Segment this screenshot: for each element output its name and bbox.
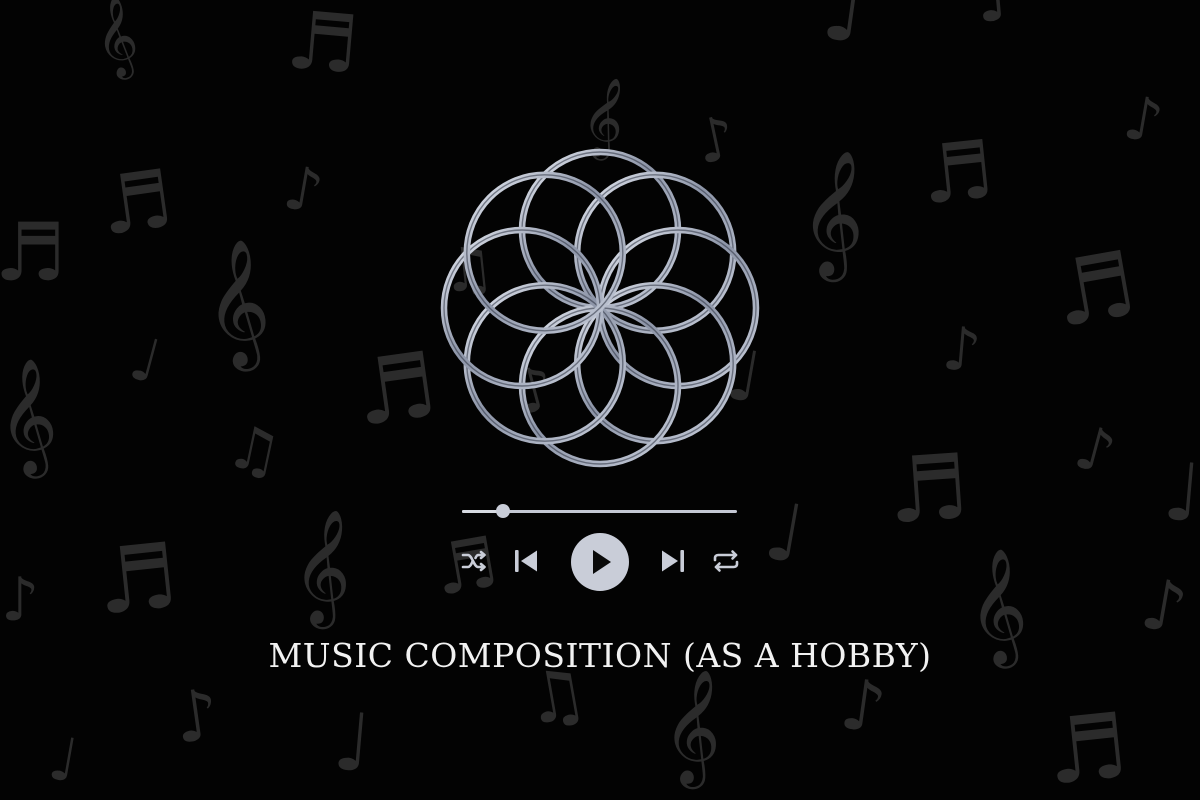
music-note-icon: ♩ [330, 695, 376, 791]
music-note-icon: ♩ [758, 484, 811, 582]
emblem-ring [463, 171, 627, 335]
music-note-icon: ♪ [1119, 83, 1169, 159]
music-note-icon: ♪ [1135, 562, 1193, 651]
music-note-icon: 𝄞 [795, 146, 871, 285]
music-note-icon: ♬ [91, 523, 182, 636]
repeat-icon [713, 550, 739, 572]
music-note-icon: ♬ [1046, 231, 1144, 348]
shuffle-icon [461, 550, 486, 572]
music-note-icon: ♬ [884, 434, 972, 544]
music-note-icon: ♪ [169, 673, 225, 760]
music-note-icon: ♩ [122, 323, 167, 398]
progress-bar[interactable] [462, 504, 737, 518]
playback-controls [455, 533, 745, 591]
music-note-icon: 𝄞 [288, 505, 358, 632]
play-icon [571, 533, 629, 591]
music-note-icon: ♪ [972, 0, 1024, 39]
music-note-icon: ♩ [1160, 445, 1200, 541]
music-note-icon: ♬ [283, 0, 363, 92]
music-note-icon: ♩ [816, 0, 873, 65]
shuffle-button[interactable] [459, 546, 489, 576]
music-note-icon: ♬ [0, 206, 66, 299]
play-button[interactable] [571, 533, 629, 591]
music-note-icon: ♬ [917, 123, 998, 223]
music-note-icon: ♪ [836, 663, 892, 750]
music-note-icon: ♬ [348, 332, 443, 447]
music-note-icon: ♩ [43, 723, 83, 797]
music-note-icon: ♬ [1041, 693, 1132, 800]
music-note-icon: ♪ [940, 314, 984, 387]
page-title: MUSIC COMPOSITION (AS A HOBBY) [268, 636, 932, 675]
music-note-icon: ♪ [1, 565, 39, 635]
music-note-icon: ♪ [1068, 412, 1123, 490]
next-button[interactable] [657, 545, 689, 577]
music-note-icon: 𝄞 [88, 0, 144, 83]
skip-previous-icon [515, 550, 537, 572]
skip-next-icon [662, 550, 684, 572]
music-note-icon: ♬ [94, 152, 178, 254]
progress-handle[interactable] [496, 504, 511, 518]
music-player [455, 495, 745, 595]
music-note-icon: 𝄞 [0, 355, 62, 482]
previous-button[interactable] [510, 545, 542, 577]
music-note-icon: 𝄞 [199, 236, 275, 375]
repeat-button[interactable] [711, 546, 741, 576]
flower-of-life-icon [440, 148, 760, 468]
page-canvas: 𝄞♬♩♪♬♪𝄞♩♪𝄞♬♪♬𝄞♫♬♩♬♪♪♬♩♬𝄞♬♩𝄞♪♪♪♩♫𝄞♪♬♩♫𝄞♪ [0, 0, 1200, 800]
music-note-icon: ♪ [279, 153, 329, 229]
music-note-icon: ♫ [221, 411, 288, 491]
music-note-icon: 𝄞 [658, 665, 728, 792]
